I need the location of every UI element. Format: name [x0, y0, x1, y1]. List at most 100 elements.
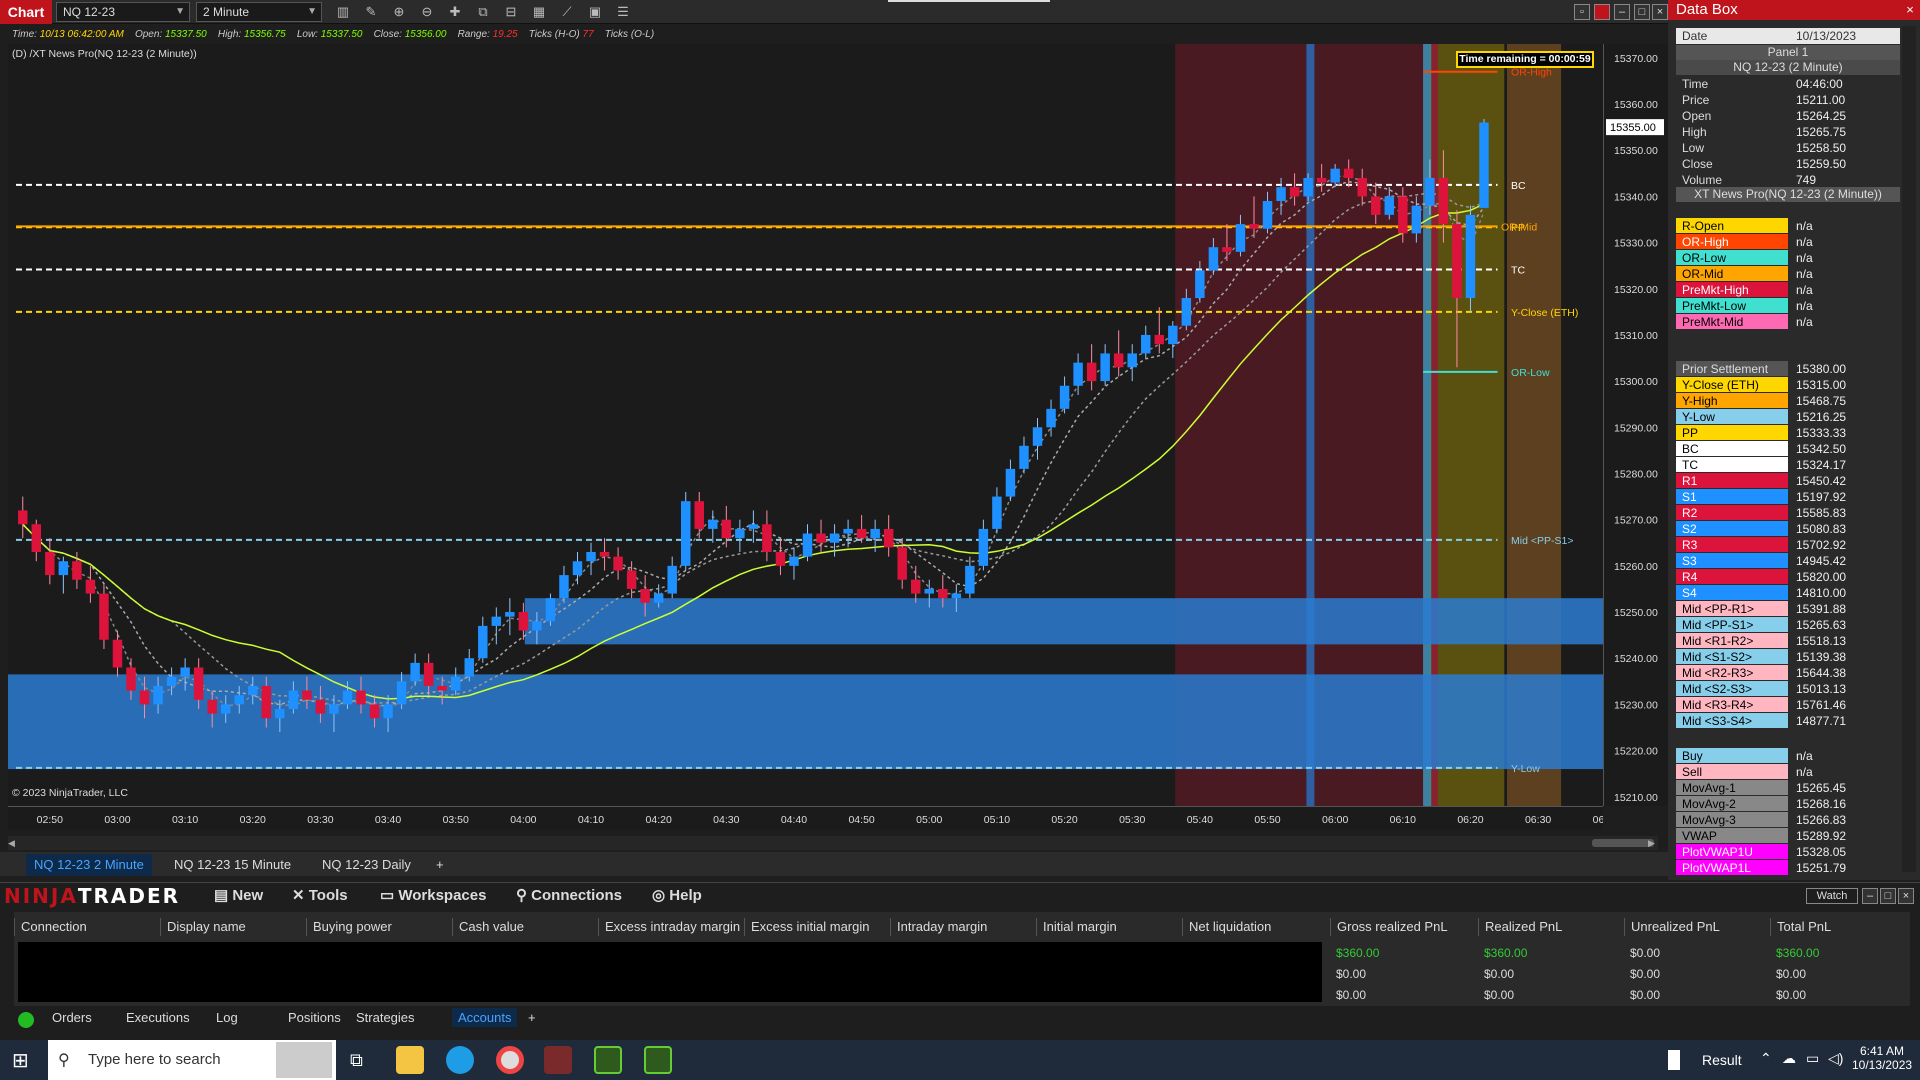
tab-nq-15min[interactable]: NQ 12-23 15 Minute [166, 854, 299, 876]
column-header[interactable]: Net liquidation [1182, 918, 1330, 936]
draw-tool-icon[interactable]: ✎ [362, 3, 380, 21]
tab-[interactable]: + [528, 1010, 536, 1025]
watch-button[interactable]: Watch [1806, 888, 1858, 904]
zoom-in-icon[interactable]: ⊕ [390, 3, 408, 21]
databox-value: 15644.38 [1796, 666, 1847, 680]
task-view-icon[interactable]: ⧉ [350, 1050, 363, 1071]
candle [478, 616, 488, 663]
link-icon[interactable] [1594, 4, 1610, 20]
column-header[interactable]: Cash value [452, 918, 598, 936]
zoom-out-icon[interactable]: ⊖ [418, 3, 436, 21]
copy-icon[interactable]: ⧉ [474, 3, 492, 21]
chart-panel[interactable]: BC PP OR-Mid TC Y-Close (ETH) Mid <PP-S1> OR-H… [8, 44, 1920, 806]
cc-minimize-icon[interactable]: – [1862, 888, 1878, 904]
restore-icon[interactable]: ▫ [1574, 4, 1590, 20]
databox-value: 15585.83 [1796, 506, 1847, 520]
candle [599, 538, 610, 571]
cc-maximize-icon[interactable]: □ [1880, 888, 1896, 904]
candle [735, 519, 745, 552]
title-drag-bar[interactable] [888, 0, 1050, 2]
close-icon[interactable]: × [1652, 4, 1668, 20]
column-header[interactable]: Excess initial margin [744, 918, 890, 936]
column-header[interactable]: Initial margin [1036, 918, 1182, 936]
properties-icon[interactable]: ▣ [586, 3, 604, 21]
add-tab-button[interactable]: + [428, 854, 452, 876]
windows-start-icon[interactable]: ⊞ [12, 1050, 34, 1072]
menu-workspaces[interactable]: ▭ Workspaces [380, 886, 486, 904]
tab-nq-2min[interactable]: NQ 12-23 2 Minute [26, 854, 152, 876]
tab-executions[interactable]: Executions [126, 1010, 190, 1025]
column-header[interactable]: Unrealized PnL [1624, 918, 1770, 936]
app-icon-1[interactable] [594, 1046, 622, 1074]
column-header[interactable]: Gross realized PnL [1330, 918, 1478, 936]
column-header[interactable]: Excess intraday margin [598, 918, 744, 936]
time-tick-label: 03:00 [104, 814, 130, 826]
tab-nq-daily[interactable]: NQ 12-23 Daily [314, 854, 419, 876]
tray-chevron-icon[interactable]: ⌃ [1760, 1050, 1772, 1067]
edge-icon[interactable] [446, 1046, 474, 1074]
network-icon[interactable]: ▭ [1806, 1050, 1819, 1067]
databox-key: Low [1682, 141, 1705, 155]
tab-positions[interactable]: Positions [288, 1010, 341, 1025]
price-chart[interactable]: BCPPOR-MidTCY-Close (ETH)Mid <PP-S1>OR-H… [8, 44, 1920, 806]
chart-window-tag[interactable]: Chart [0, 0, 52, 24]
databox-key: OR-High [1676, 234, 1788, 249]
menu-tools[interactable]: ✕ Tools [292, 886, 348, 904]
app-icon-2[interactable] [644, 1046, 672, 1074]
instrument-select[interactable]: NQ 12-23 ▼ [56, 2, 190, 22]
time-tick-label: 05:50 [1254, 814, 1280, 826]
databox-value: 15324.17 [1796, 458, 1847, 472]
menu-help[interactable]: ◎ Help [652, 886, 702, 904]
cloud-icon[interactable]: ☁ [1782, 1050, 1796, 1067]
databox-value: 15013.13 [1796, 682, 1847, 696]
interval-select[interactable]: 2 Minute ▼ [196, 2, 322, 22]
databox-row-signal: MovAvg-1 15265.45 [1676, 780, 1900, 796]
candle [1141, 325, 1151, 359]
clock[interactable]: 6:41 AM 10/13/2023 [1852, 1044, 1912, 1072]
column-header[interactable]: Display name [160, 918, 306, 936]
bar-type-icon[interactable]: ▥ [334, 3, 352, 21]
column-header[interactable]: Buying power [306, 918, 452, 936]
high-value: 15356.75 [243, 29, 286, 40]
column-header[interactable]: Realized PnL [1478, 918, 1624, 936]
tab-orders[interactable]: Orders [52, 1010, 92, 1025]
column-header[interactable]: Connection [14, 918, 160, 936]
strategies-icon[interactable]: ⟋ [558, 3, 576, 21]
column-header[interactable]: Total PnL [1770, 918, 1910, 936]
candle [99, 584, 109, 649]
ninjatrader-app-icon[interactable] [544, 1046, 572, 1074]
menu-new[interactable]: ▤ New [214, 886, 263, 904]
tab-accounts[interactable]: Accounts [452, 1008, 518, 1027]
price-axis[interactable]: 15210.00 15220.00 15230.00 15240.00 15250.00… [1603, 44, 1668, 806]
menu-connections[interactable]: ⚲ Connections [516, 886, 622, 904]
scroll-right-icon[interactable]: ▶ [1648, 838, 1658, 848]
indicators-icon[interactable]: ▦ [530, 3, 548, 21]
menu-connections-label: Connections [531, 887, 622, 904]
result-text[interactable]: Result [1702, 1052, 1742, 1068]
crosshair-icon[interactable]: ✚ [446, 3, 464, 21]
databox-scrollbar[interactable] [1902, 26, 1916, 872]
minimize-icon[interactable]: – [1614, 4, 1630, 20]
file-explorer-icon[interactable] [396, 1046, 424, 1074]
tab-strategies[interactable]: Strategies [356, 1010, 415, 1025]
chart-scrollbar[interactable]: ◀ ▶ [8, 836, 1658, 850]
databox-value: n/a [1796, 267, 1813, 281]
time-axis[interactable]: 02:50 03:00 03:10 03:20 03:30 03:40 03:50 04:00… [8, 806, 1619, 830]
scroll-left-icon[interactable]: ◀ [8, 838, 18, 848]
maximize-icon[interactable]: □ [1634, 4, 1650, 20]
cc-close-icon[interactable]: × [1898, 888, 1914, 904]
chrome-icon[interactable] [496, 1046, 524, 1074]
databox-close-icon[interactable]: × [1902, 2, 1918, 18]
template-icon[interactable]: ⊟ [502, 3, 520, 21]
databox-key: BC [1676, 441, 1788, 456]
list-icon[interactable]: ☰ [614, 3, 632, 21]
candle [883, 515, 894, 557]
demand-zone-upper [524, 598, 1920, 645]
column-header[interactable]: Intraday margin [890, 918, 1036, 936]
scroll-thumb[interactable] [1592, 839, 1654, 847]
volume-icon[interactable]: ◁) [1828, 1050, 1843, 1067]
tab-log[interactable]: Log [216, 1010, 238, 1025]
close-value: 15356.00 [404, 29, 447, 40]
databox-value: n/a [1796, 315, 1813, 329]
databox-row-pivot: Mid <PP-S1> 15265.63 [1676, 617, 1900, 633]
